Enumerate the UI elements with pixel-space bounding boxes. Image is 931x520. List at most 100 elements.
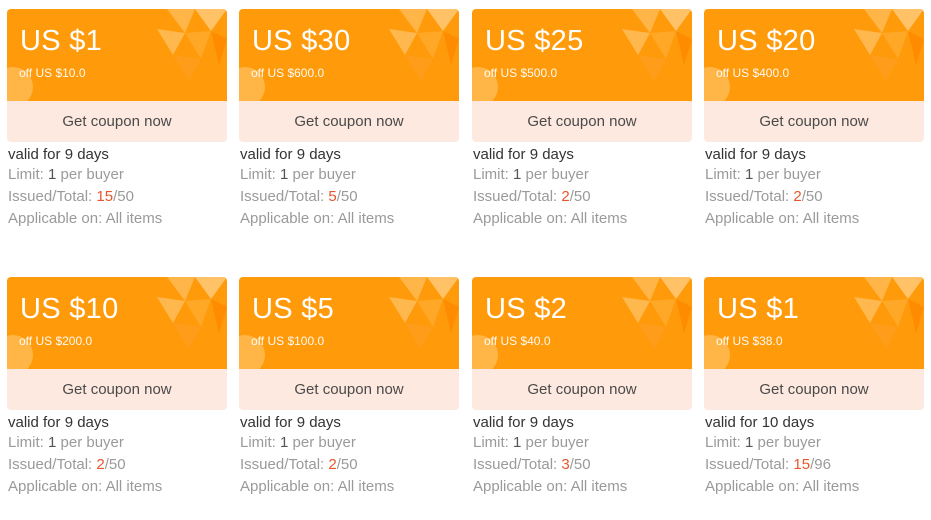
issued-count: 2	[96, 456, 105, 473]
coupon-ticket[interactable]: US $2 off US $40.0 Get coupon now	[472, 277, 692, 410]
coupon-validity: valid for 9 days	[240, 414, 341, 431]
total-count: /50	[801, 188, 823, 205]
coupon-scallop-edge	[704, 364, 924, 374]
corner-decoration-icon	[612, 277, 692, 369]
issued-count: 3	[561, 456, 570, 473]
corner-decoration-icon	[612, 9, 692, 101]
limit-label: Limit:	[8, 166, 49, 183]
coupon-minimum-spend: off US $600.0	[251, 66, 325, 80]
coupon-validity: valid for 9 days	[705, 146, 806, 163]
issued-count: 2	[328, 456, 337, 473]
coupon-card: US $10 off US $200.0 Get coupon now vali…	[7, 277, 227, 498]
issued-label: Issued/Total:	[705, 188, 794, 205]
coupon-validity: valid for 9 days	[473, 414, 574, 431]
coupon-scallop-edge	[7, 96, 227, 106]
coupon-validity: valid for 9 days	[8, 146, 109, 163]
coupon-card: US $1 off US $38.0 Get coupon now valid …	[704, 277, 924, 498]
coupon-applicable: Applicable on: All items	[705, 478, 860, 495]
coupon-info: valid for 9 days Limit: 1 per buyer Issu…	[7, 145, 227, 230]
coupon-header: US $10 off US $200.0	[7, 277, 227, 369]
issued-count: 2	[793, 188, 802, 205]
coupon-amount: US $5	[252, 293, 335, 325]
coupon-ticket[interactable]: US $1 off US $38.0 Get coupon now	[704, 277, 924, 410]
coupon-ticket[interactable]: US $1 off US $10.0 Get coupon now	[7, 9, 227, 142]
coupon-validity: valid for 9 days	[240, 146, 341, 163]
limit-unit: per buyer	[288, 434, 356, 451]
get-coupon-button[interactable]: Get coupon now	[7, 101, 227, 142]
corner-decoration-icon	[844, 277, 924, 369]
total-count: /50	[113, 188, 134, 205]
coupon-ticket[interactable]: US $5 off US $100.0 Get coupon now	[239, 277, 459, 410]
coupon-limit: Limit: 1 per buyer	[473, 432, 692, 454]
limit-unit: per buyer	[521, 434, 589, 451]
coupon-grid: US $1 off US $10.0 Get coupon now valid …	[0, 0, 931, 520]
coupon-limit: Limit: 1 per buyer	[8, 164, 227, 186]
coupon-amount: US $30	[252, 25, 351, 57]
coupon-applicable: Applicable on: All items	[240, 478, 395, 495]
coupon-limit: Limit: 1 per buyer	[240, 164, 459, 186]
limit-label: Limit:	[705, 166, 746, 183]
coupon-applicable: Applicable on: All items	[8, 210, 163, 227]
get-coupon-button[interactable]: Get coupon now	[704, 369, 924, 410]
coupon-info: valid for 10 days Limit: 1 per buyer Iss…	[704, 413, 924, 498]
coupon-amount: US $10	[20, 293, 119, 325]
coupon-amount: US $20	[717, 25, 816, 57]
coupon-amount: US $1	[20, 25, 103, 57]
get-coupon-button[interactable]: Get coupon now	[472, 101, 692, 142]
coupon-ticket[interactable]: US $25 off US $500.0 Get coupon now	[472, 9, 692, 142]
coupon-info: valid for 9 days Limit: 1 per buyer Issu…	[704, 145, 924, 230]
coupon-info: valid for 9 days Limit: 1 per buyer Issu…	[239, 145, 459, 230]
issued-count: 5	[328, 188, 337, 205]
total-count: /50	[104, 456, 126, 473]
corner-decoration-icon	[147, 9, 227, 101]
coupon-limit: Limit: 1 per buyer	[240, 432, 459, 454]
coupon-amount: US $1	[717, 293, 800, 325]
coupon-scallop-edge	[7, 364, 227, 374]
corner-decoration-icon	[147, 277, 227, 369]
limit-label: Limit:	[240, 166, 281, 183]
coupon-minimum-spend: off US $10.0	[19, 66, 86, 80]
coupon-limit: Limit: 1 per buyer	[473, 164, 692, 186]
total-count: /96	[810, 456, 831, 473]
issued-label: Issued/Total:	[705, 456, 794, 473]
total-count: /50	[336, 188, 358, 205]
get-coupon-button[interactable]: Get coupon now	[472, 369, 692, 410]
total-count: /50	[569, 456, 591, 473]
get-coupon-button[interactable]: Get coupon now	[704, 101, 924, 142]
coupon-issued-total: Issued/Total: 15/50	[8, 186, 227, 208]
coupon-card: US $2 off US $40.0 Get coupon now valid …	[472, 277, 692, 498]
coupon-minimum-spend: off US $40.0	[484, 334, 551, 348]
coupon-scallop-edge	[704, 96, 924, 106]
coupon-limit: Limit: 1 per buyer	[705, 432, 924, 454]
coupon-scallop-edge	[472, 364, 692, 374]
limit-unit: per buyer	[753, 166, 821, 183]
coupon-header: US $1 off US $10.0	[7, 9, 227, 101]
coupon-ticket[interactable]: US $20 off US $400.0 Get coupon now	[704, 9, 924, 142]
limit-unit: per buyer	[521, 166, 589, 183]
limit-label: Limit:	[8, 434, 49, 451]
limit-label: Limit:	[473, 166, 514, 183]
coupon-limit: Limit: 1 per buyer	[8, 432, 227, 454]
coupon-info: valid for 9 days Limit: 1 per buyer Issu…	[7, 413, 227, 498]
coupon-amount: US $2	[485, 293, 568, 325]
coupon-issued-total: Issued/Total: 15/96	[705, 454, 924, 476]
coupon-validity: valid for 10 days	[705, 414, 815, 431]
get-coupon-button[interactable]: Get coupon now	[7, 369, 227, 410]
limit-label: Limit:	[705, 434, 746, 451]
coupon-ticket[interactable]: US $30 off US $600.0 Get coupon now	[239, 9, 459, 142]
get-coupon-button[interactable]: Get coupon now	[239, 101, 459, 142]
coupon-applicable: Applicable on: All items	[8, 478, 163, 495]
issued-label: Issued/Total:	[240, 456, 329, 473]
coupon-card: US $30 off US $600.0 Get coupon now vali…	[239, 9, 459, 230]
get-coupon-button[interactable]: Get coupon now	[239, 369, 459, 410]
coupon-minimum-spend: off US $100.0	[251, 334, 325, 348]
coupon-issued-total: Issued/Total: 2/50	[8, 454, 227, 476]
coupon-issued-total: Issued/Total: 3/50	[473, 454, 692, 476]
coupon-header: US $25 off US $500.0	[472, 9, 692, 101]
issued-count: 2	[561, 188, 570, 205]
limit-unit: per buyer	[56, 434, 124, 451]
coupon-header: US $2 off US $40.0	[472, 277, 692, 369]
coupon-scallop-edge	[472, 96, 692, 106]
coupon-ticket[interactable]: US $10 off US $200.0 Get coupon now	[7, 277, 227, 410]
coupon-validity: valid for 9 days	[473, 146, 574, 163]
